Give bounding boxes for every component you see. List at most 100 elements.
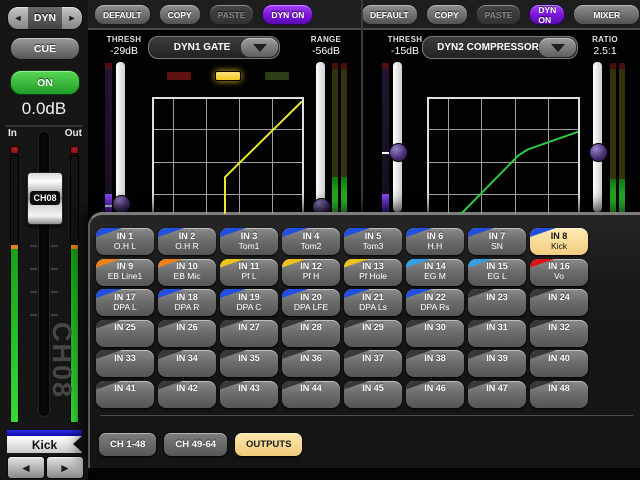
comp-ratio-slider[interactable] [593, 62, 602, 212]
channel-button-in-10[interactable]: IN 10EB Mic [158, 259, 216, 286]
channel-button-in-30[interactable]: IN 30 [406, 320, 464, 347]
clip-segment [341, 63, 347, 69]
channel-button-in-40[interactable]: IN 40 [530, 350, 588, 377]
channel-name-label: Tom3 [344, 241, 402, 251]
processor-selector-label: DYN [28, 7, 62, 29]
channel-id-label: IN 35 [220, 353, 278, 363]
channel-button-in-48[interactable]: IN 48 [530, 381, 588, 408]
channel-id-label: IN 37 [344, 353, 402, 363]
channel-id-label: IN 5 [344, 231, 402, 241]
input-level-fill [11, 249, 18, 422]
channel-name-label: EG L [468, 271, 526, 281]
channel-bank-tabs: CH 1-48 CH 49-64 OUTPUTS [99, 433, 302, 456]
channel-button-in-14[interactable]: IN 14EG M [406, 259, 464, 286]
gate-thresh-label: THRESH [100, 35, 148, 44]
channel-button-in-9[interactable]: IN 9EB Line1 [96, 259, 154, 286]
channel-button-in-7[interactable]: IN 7SN [468, 228, 526, 255]
gate-gr-meter [104, 62, 113, 214]
channel-button-in-18[interactable]: IN 18DPA R [158, 289, 216, 316]
channel-button-in-33[interactable]: IN 33 [96, 350, 154, 377]
channel-button-in-12[interactable]: IN 12Pf H [282, 259, 340, 286]
channel-button-in-31[interactable]: IN 31 [468, 320, 526, 347]
gate-type-select[interactable]: DYN1 GATE [148, 36, 280, 59]
channel-button-in-41[interactable]: IN 41 [96, 381, 154, 408]
tab-ch-1-48[interactable]: CH 1-48 [99, 433, 156, 456]
channel-button-in-3[interactable]: IN 3Tom1 [220, 228, 278, 255]
dropdown-arrow-button[interactable] [539, 38, 576, 57]
channel-name-label: Kick [7, 436, 82, 453]
channel-name-label: Kick [530, 241, 588, 251]
comp-type-select[interactable]: DYN2 COMPRESSOR [422, 36, 578, 59]
comp-ratio-value: 2.5:1 [581, 45, 629, 57]
channel-button-in-1[interactable]: IN 1O.H L [96, 228, 154, 255]
gate-range-slider[interactable] [316, 62, 325, 212]
channel-button-in-4[interactable]: IN 4Tom2 [282, 228, 340, 255]
channel-id-label: IN 15 [468, 261, 526, 271]
channel-button-in-44[interactable]: IN 44 [282, 381, 340, 408]
comp-thresh-slider[interactable] [393, 62, 402, 212]
channel-select-panel: IN 1O.H LIN 2O.H RIN 3Tom1IN 4Tom2IN 5To… [88, 212, 640, 468]
channel-button-in-47[interactable]: IN 47 [468, 381, 526, 408]
processor-next-button[interactable]: ► [62, 7, 82, 29]
channel-button-in-37[interactable]: IN 37 [344, 350, 402, 377]
channel-id-label: IN 45 [344, 383, 402, 393]
channel-button-in-22[interactable]: IN 22DPA Rs [406, 289, 464, 316]
channel-button-in-27[interactable]: IN 27 [220, 320, 278, 347]
channel-name-label: Pf H [282, 271, 340, 281]
next-channel-button[interactable]: ► [46, 456, 84, 479]
channel-button-in-21[interactable]: IN 21DPA Ls [344, 289, 402, 316]
channel-button-in-20[interactable]: IN 20DPA LFE [282, 289, 340, 316]
channel-button-in-16[interactable]: IN 16Vo [530, 259, 588, 286]
channel-button-in-43[interactable]: IN 43 [220, 381, 278, 408]
gate-led-green [264, 71, 290, 81]
tab-ch-49-64[interactable]: CH 49-64 [164, 433, 227, 456]
channel-button-in-28[interactable]: IN 28 [282, 320, 340, 347]
comp-thresh-knob[interactable] [389, 143, 408, 162]
channel-button-in-39[interactable]: IN 39 [468, 350, 526, 377]
channel-button-in-36[interactable]: IN 36 [282, 350, 340, 377]
mixer-app: ◄ DYN ► CUE ON 0.0dB In Out CH08 CH08 Ki… [0, 0, 640, 480]
prev-channel-button[interactable]: ◄ [7, 456, 45, 479]
channel-button-in-24[interactable]: IN 24 [530, 289, 588, 316]
channel-id-label: IN 20 [282, 292, 340, 302]
channel-button-in-34[interactable]: IN 34 [158, 350, 216, 377]
channel-button-in-23[interactable]: IN 23 [468, 289, 526, 316]
comp-meter-right [618, 62, 626, 214]
channel-button-in-8[interactable]: IN 8Kick [530, 228, 588, 255]
channel-id-label: IN 42 [158, 383, 216, 393]
tab-outputs[interactable]: OUTPUTS [235, 433, 302, 456]
channel-button-in-45[interactable]: IN 45 [344, 381, 402, 408]
channel-button-in-19[interactable]: IN 19DPA C [220, 289, 278, 316]
channel-button-in-25[interactable]: IN 25 [96, 320, 154, 347]
gate-thresh-slider[interactable] [116, 62, 125, 212]
cue-button[interactable]: CUE [10, 37, 80, 60]
channel-id-label: IN 16 [530, 261, 588, 271]
channel-button-in-13[interactable]: IN 13Pf Hole [344, 259, 402, 286]
processor-prev-button[interactable]: ◄ [8, 7, 28, 29]
clip-segment [105, 63, 112, 69]
channel-button-in-6[interactable]: IN 6H.H [406, 228, 464, 255]
fader-cap[interactable]: CH08 [27, 172, 63, 225]
channel-button-in-35[interactable]: IN 35 [220, 350, 278, 377]
channel-id-label: IN 27 [220, 322, 278, 332]
gate-meter-left [331, 62, 339, 214]
channel-button-in-2[interactable]: IN 2O.H R [158, 228, 216, 255]
channel-button-in-5[interactable]: IN 5Tom3 [344, 228, 402, 255]
channel-button-in-46[interactable]: IN 46 [406, 381, 464, 408]
channel-button-in-17[interactable]: IN 17DPA L [96, 289, 154, 316]
on-button[interactable]: ON [10, 70, 80, 95]
comp-ratio-knob[interactable] [589, 143, 608, 162]
fader-tick [30, 245, 37, 247]
channel-button-in-29[interactable]: IN 29 [344, 320, 402, 347]
channel-button-in-32[interactable]: IN 32 [530, 320, 588, 347]
in-label: In [8, 128, 17, 139]
channel-button-in-26[interactable]: IN 26 [158, 320, 216, 347]
channel-button-in-15[interactable]: IN 15EG L [468, 259, 526, 286]
channel-button-in-38[interactable]: IN 38 [406, 350, 464, 377]
dropdown-arrow-button[interactable] [241, 38, 278, 57]
channel-name-label: DPA LFE [282, 302, 340, 312]
processor-selector: ◄ DYN ► [7, 6, 83, 30]
channel-button-in-11[interactable]: IN 11Pf L [220, 259, 278, 286]
channel-button-in-42[interactable]: IN 42 [158, 381, 216, 408]
channel-id-label: IN 32 [530, 322, 588, 332]
